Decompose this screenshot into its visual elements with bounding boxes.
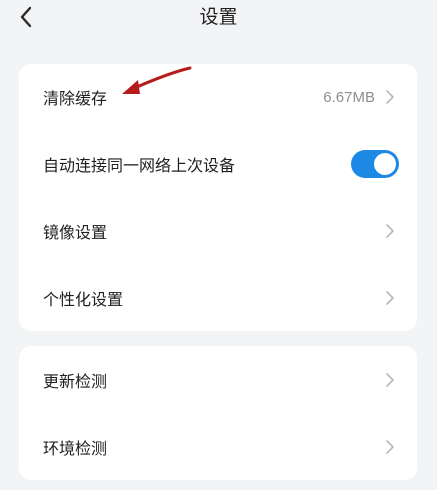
settings-group-general: 清除缓存 6.67MB 自动连接同一网络上次设备 镜像设置 个性化设置 bbox=[19, 64, 417, 331]
update-check-row[interactable]: 更新检测 bbox=[19, 346, 417, 413]
personalization-row[interactable]: 个性化设置 bbox=[19, 264, 417, 331]
mirror-settings-row[interactable]: 镜像设置 bbox=[19, 198, 417, 265]
personalization-label: 个性化设置 bbox=[43, 289, 124, 309]
header: 设置 bbox=[0, 0, 437, 40]
environment-check-row[interactable]: 环境检测 bbox=[19, 413, 417, 480]
auto-connect-toggle[interactable] bbox=[351, 150, 399, 179]
toggle-knob bbox=[374, 153, 396, 176]
clear-cache-row[interactable]: 清除缓存 6.67MB bbox=[19, 64, 417, 131]
chevron-right-icon bbox=[385, 290, 395, 306]
update-check-label: 更新检测 bbox=[43, 371, 108, 391]
chevron-right-icon bbox=[385, 89, 395, 105]
chevron-right-icon bbox=[385, 439, 395, 455]
clear-cache-label: 清除缓存 bbox=[43, 89, 108, 109]
auto-connect-row: 自动连接同一网络上次设备 bbox=[19, 131, 417, 198]
environment-check-label: 环境检测 bbox=[43, 438, 108, 458]
chevron-right-icon bbox=[385, 223, 395, 239]
cache-size-value: 6.67MB bbox=[323, 88, 375, 106]
auto-connect-label: 自动连接同一网络上次设备 bbox=[43, 156, 236, 176]
settings-group-checks: 更新检测 环境检测 bbox=[19, 346, 417, 480]
chevron-right-icon bbox=[385, 372, 395, 388]
page-title: 设置 bbox=[199, 6, 238, 28]
mirror-settings-label: 镜像设置 bbox=[43, 222, 108, 242]
